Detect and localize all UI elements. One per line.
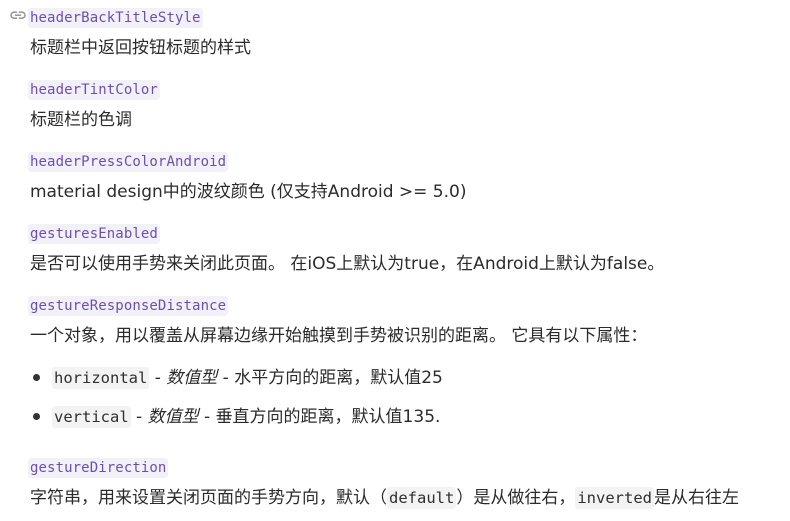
prop-name: gesturesEnabled xyxy=(28,224,160,244)
prop-name: headerPressColorAndroid xyxy=(28,152,229,172)
inline-code: vertical xyxy=(52,406,131,428)
desc-text: 字符串，用来设置关闭页面的手势方向，默认（ xyxy=(30,488,387,508)
inline-code: default xyxy=(387,487,457,509)
prop-description: 标题栏的色调 xyxy=(30,110,132,130)
separator: - xyxy=(217,368,235,388)
prop-name: headerBackTitleStyle xyxy=(28,8,203,28)
desc-text: ）是从做往右， xyxy=(456,488,576,508)
item-text: 垂直方向的距离，默认值135. xyxy=(215,407,441,427)
prop-description: 字符串，用来设置关闭页面的手势方向，默认（ default ）是从做往右， inver… xyxy=(30,486,739,510)
prop-name: headerTintColor xyxy=(28,80,160,100)
prop-description: 一个对象，用以覆盖从屏幕边缘开始触摸到手势被识别的距离。 它具有以下属性： xyxy=(30,326,648,346)
prop-description: 是否可以使用手势来关闭此页面。 在iOS上默认为true，在Android上默认… xyxy=(30,254,665,274)
separator: - xyxy=(130,407,148,427)
desc-text: 是从右往左 xyxy=(653,488,739,508)
prop-description: material design中的波纹颜色 (仅支持Android >= 5.0… xyxy=(30,182,467,202)
list-item: vertical - 数值型 - 垂直方向的距离，默认值135. xyxy=(52,405,440,429)
inline-code: horizontal xyxy=(52,367,150,389)
type-label: 数值型 xyxy=(166,368,218,388)
link-icon[interactable] xyxy=(9,8,27,22)
prop-name: gestureResponseDistance xyxy=(28,296,229,316)
separator: - xyxy=(198,407,216,427)
type-label: 数值型 xyxy=(147,407,199,427)
separator: - xyxy=(149,368,167,388)
prop-description: 标题栏中返回按钮标题的样式 xyxy=(30,38,251,58)
list-bullet xyxy=(33,374,40,381)
list-bullet xyxy=(33,413,40,420)
inline-code: inverted xyxy=(575,487,654,509)
list-item: horizontal - 数值型 - 水平方向的距离，默认值25 xyxy=(52,366,443,390)
prop-name: gestureDirection xyxy=(28,458,169,478)
item-text: 水平方向的距离，默认值25 xyxy=(234,368,443,388)
documentation-page: headerBackTitleStyle 标题栏中返回按钮标题的样式 heade… xyxy=(0,0,790,521)
